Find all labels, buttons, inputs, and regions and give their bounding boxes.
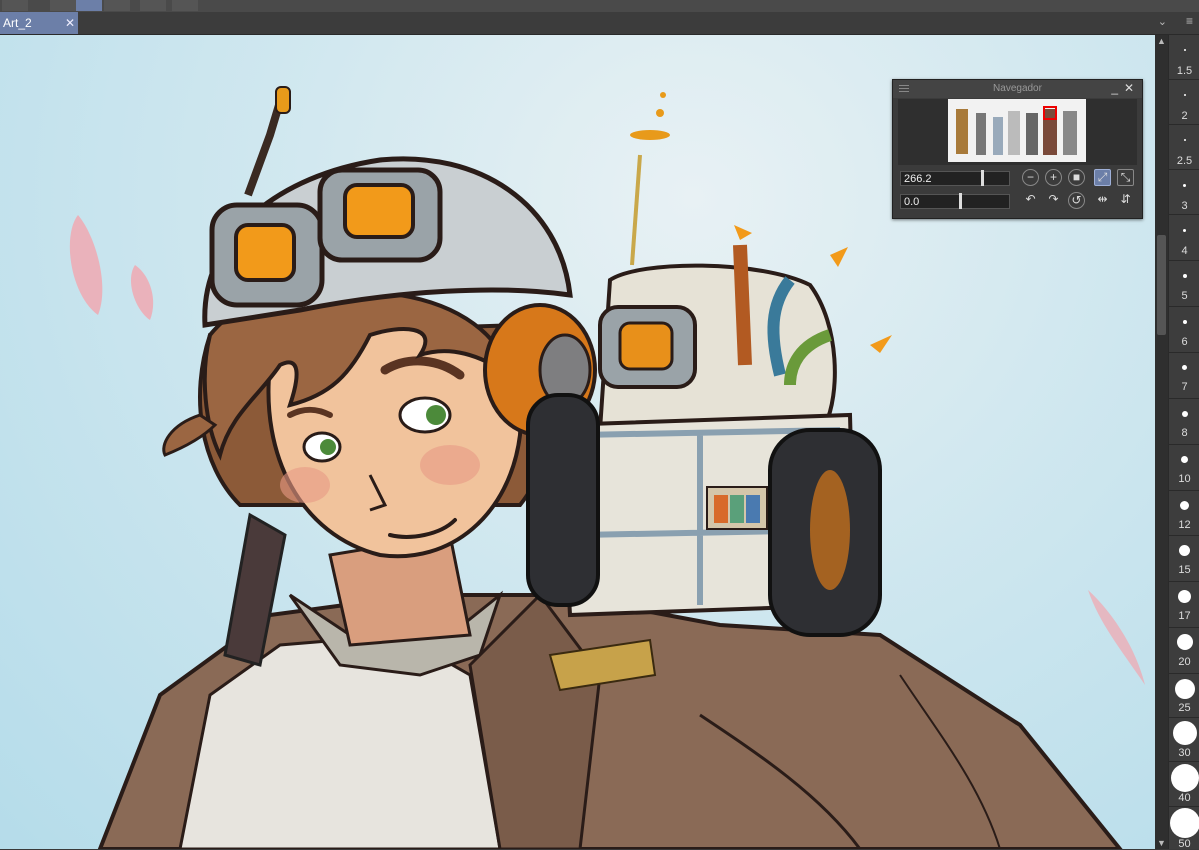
zoom-out-icon[interactable]: − xyxy=(1022,169,1039,186)
brush-size-item[interactable]: 10 xyxy=(1169,445,1199,491)
fit-to-window-icon[interactable]: ⤢ xyxy=(1094,169,1111,186)
brush-size-item[interactable]: 1.5 xyxy=(1169,35,1199,80)
actual-size-icon[interactable]: ■ xyxy=(1068,169,1085,186)
zoom-input[interactable]: 266.2 xyxy=(900,171,1010,186)
brush-size-item[interactable]: 7 xyxy=(1169,353,1199,399)
brush-size-label: 6 xyxy=(1169,336,1199,348)
lasso-tool-button[interactable] xyxy=(76,0,102,11)
brush-dot-icon xyxy=(1184,139,1186,141)
brush-dot-icon xyxy=(1184,49,1186,51)
tab-close-icon[interactable]: ✕ xyxy=(65,12,75,34)
brush-size-item[interactable]: 50 xyxy=(1169,807,1199,849)
canvas-thumbnail[interactable] xyxy=(948,99,1086,162)
zoom-in-icon[interactable]: + xyxy=(1045,169,1062,186)
vertical-scrollbar[interactable]: ▲ ▼ xyxy=(1155,35,1168,849)
navigator-preview[interactable] xyxy=(898,99,1137,165)
brush-dot-icon xyxy=(1173,721,1197,745)
document-tab-label: Art_2 xyxy=(3,16,32,30)
minimize-icon[interactable]: _ xyxy=(1111,81,1118,95)
brush-size-item[interactable]: 30 xyxy=(1169,718,1199,762)
brush-dot-icon xyxy=(1183,320,1187,324)
brush-size-label: 15 xyxy=(1169,564,1199,576)
brush-size-label: 17 xyxy=(1169,610,1199,622)
brush-dot-icon xyxy=(1183,274,1187,278)
brush-size-label: 3 xyxy=(1169,200,1199,212)
brush-dot-icon xyxy=(1178,590,1191,603)
brush-dot-icon xyxy=(1182,365,1187,370)
brush-dot-icon xyxy=(1181,456,1188,463)
brush-size-item[interactable]: 2.5 xyxy=(1169,125,1199,170)
brush-size-item[interactable]: 25 xyxy=(1169,674,1199,718)
document-tab[interactable]: Art_2 ✕ xyxy=(0,12,78,34)
navigator-title-bar[interactable]: Navegador _ ✕ xyxy=(893,80,1142,98)
rotate-right-icon[interactable]: ↷ xyxy=(1045,192,1062,209)
brush-size-item[interactable]: 5 xyxy=(1169,261,1199,307)
brush-size-label: 10 xyxy=(1169,473,1199,485)
brush-size-label: 8 xyxy=(1169,427,1199,439)
brush-size-item[interactable]: 12 xyxy=(1169,491,1199,536)
toolbar-button[interactable] xyxy=(2,0,28,11)
brush-size-label: 2 xyxy=(1169,110,1199,122)
navigator-panel: Navegador _ ✕ 266.2 0.0 − + ■ ⤢ ⤡ ↶ ↷ ↺ … xyxy=(892,79,1143,219)
device-icon[interactable] xyxy=(140,0,166,11)
brush-size-label: 25 xyxy=(1169,702,1199,714)
brush-size-item[interactable]: 15 xyxy=(1169,536,1199,582)
brush-size-label: 4 xyxy=(1169,245,1199,257)
zoom-slider-knob[interactable] xyxy=(981,170,984,186)
brush-size-label: 50 xyxy=(1169,838,1199,850)
brush-size-item[interactable]: 2 xyxy=(1169,80,1199,125)
brush-dot-icon xyxy=(1171,764,1199,792)
menu-icon[interactable]: ≡ xyxy=(1186,14,1193,28)
brush-size-label: 30 xyxy=(1169,747,1199,759)
fill-window-icon[interactable]: ⤡ xyxy=(1117,169,1134,186)
brush-size-label: 7 xyxy=(1169,381,1199,393)
brush-size-item[interactable]: 3 xyxy=(1169,170,1199,215)
scrollbar-thumb[interactable] xyxy=(1157,235,1166,335)
flip-horizontal-icon[interactable]: ⇹ xyxy=(1094,192,1111,209)
brush-size-item[interactable]: 6 xyxy=(1169,307,1199,353)
brush-size-label: 40 xyxy=(1169,792,1199,804)
rotation-slider-knob[interactable] xyxy=(959,193,962,209)
brush-size-label: 2.5 xyxy=(1169,155,1199,167)
navigator-title: Navegador xyxy=(893,83,1142,94)
brush-size-label: 1.5 xyxy=(1169,65,1199,77)
brush-dot-icon xyxy=(1183,229,1186,232)
selection-tool-button[interactable] xyxy=(50,0,76,11)
document-tab-bar: Art_2 ✕ ⌄ ≡ xyxy=(0,12,1199,35)
brush-dot-icon xyxy=(1175,679,1195,699)
brush-size-label: 5 xyxy=(1169,290,1199,302)
brush-dot-icon xyxy=(1182,411,1188,417)
brush-size-item[interactable]: 4 xyxy=(1169,215,1199,261)
brush-size-item[interactable]: 40 xyxy=(1169,762,1199,807)
flip-vertical-icon[interactable]: ⇵ xyxy=(1117,192,1134,209)
brush-size-label: 12 xyxy=(1169,519,1199,531)
scroll-down-icon[interactable]: ▼ xyxy=(1155,837,1168,849)
brush-dot-icon xyxy=(1177,634,1193,650)
brush-dot-icon xyxy=(1179,545,1190,556)
reset-rotation-icon[interactable]: ↺ xyxy=(1068,192,1085,209)
brush-size-panel: 1.5 2 2.5 3 4 5 6 7 8 10 12 15 xyxy=(1168,35,1199,849)
scroll-up-icon[interactable]: ▲ xyxy=(1155,35,1168,47)
brush-size-item[interactable]: 8 xyxy=(1169,399,1199,445)
chevron-down-icon[interactable]: ⌄ xyxy=(1158,15,1167,28)
brush-dot-icon xyxy=(1180,501,1189,510)
brush-size-item[interactable]: 17 xyxy=(1169,582,1199,628)
brush-dot-icon xyxy=(1183,184,1186,187)
rect-selection-button[interactable] xyxy=(104,0,130,11)
brush-size-item[interactable]: 20 xyxy=(1169,628,1199,674)
brush-size-label: 20 xyxy=(1169,656,1199,668)
brush-dot-icon xyxy=(1184,94,1186,96)
rotate-left-icon[interactable]: ↶ xyxy=(1022,192,1039,209)
rotation-input[interactable]: 0.0 xyxy=(900,194,1010,209)
speech-bubble-icon[interactable] xyxy=(172,0,198,11)
brush-dot-icon xyxy=(1170,808,1199,838)
close-icon[interactable]: ✕ xyxy=(1124,81,1134,95)
